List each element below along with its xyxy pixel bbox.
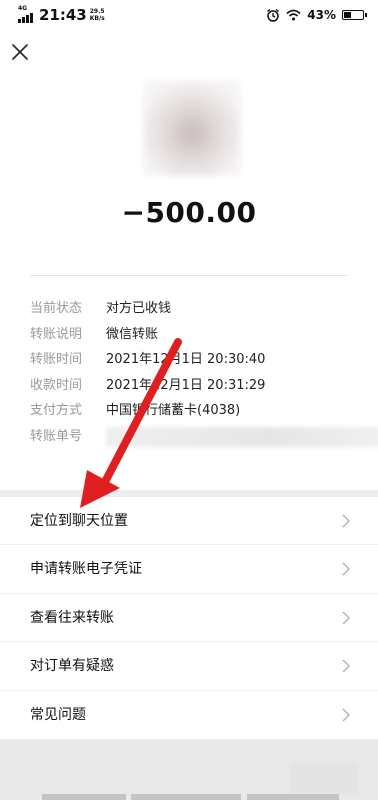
blurred-button[interactable]	[290, 762, 358, 794]
menu-item-transfer-history[interactable]: 查看往来转账	[0, 594, 378, 643]
chevron-right-icon	[342, 562, 350, 576]
wifi-icon	[286, 9, 301, 21]
action-menu: 定位到聊天位置 申请转账电子凭证 查看往来转账 对订单有疑惑 常见问题	[0, 497, 378, 739]
chevron-right-icon	[342, 659, 350, 673]
chevron-right-icon	[342, 514, 350, 528]
redacted-transfer-id	[106, 426, 378, 447]
speed-unit: KB/s	[89, 15, 105, 22]
menu-item-locate-chat[interactable]: 定位到聊天位置	[0, 497, 378, 546]
speed-value: 29.5	[89, 8, 105, 15]
menu-item-faq[interactable]: 常见问题	[0, 691, 378, 739]
bottom-tab-2	[131, 794, 241, 800]
bottom-area	[0, 740, 378, 800]
close-icon[interactable]	[8, 40, 32, 64]
bottom-tab-1	[42, 794, 126, 800]
divider	[30, 275, 348, 276]
alarm-icon	[267, 8, 280, 22]
network-type: 4G	[18, 5, 28, 12]
battery-icon	[342, 10, 367, 20]
signal-icon: 4G	[18, 5, 36, 24]
clock: 21:43	[39, 6, 87, 24]
chevron-right-icon	[342, 708, 350, 722]
menu-item-order-question[interactable]: 对订单有疑惑	[0, 642, 378, 691]
transfer-amount: −500.00	[121, 196, 257, 229]
network-speed: 29.5 KB/s	[90, 8, 105, 22]
bottom-tab-3	[247, 794, 339, 800]
battery-percent: 43%	[307, 8, 336, 22]
payee-avatar	[143, 80, 241, 176]
menu-item-e-voucher[interactable]: 申请转账电子凭证	[0, 545, 378, 594]
status-bar: 4G 21:43 29.5 KB/s 43%	[0, 0, 378, 32]
chevron-right-icon	[342, 611, 350, 625]
